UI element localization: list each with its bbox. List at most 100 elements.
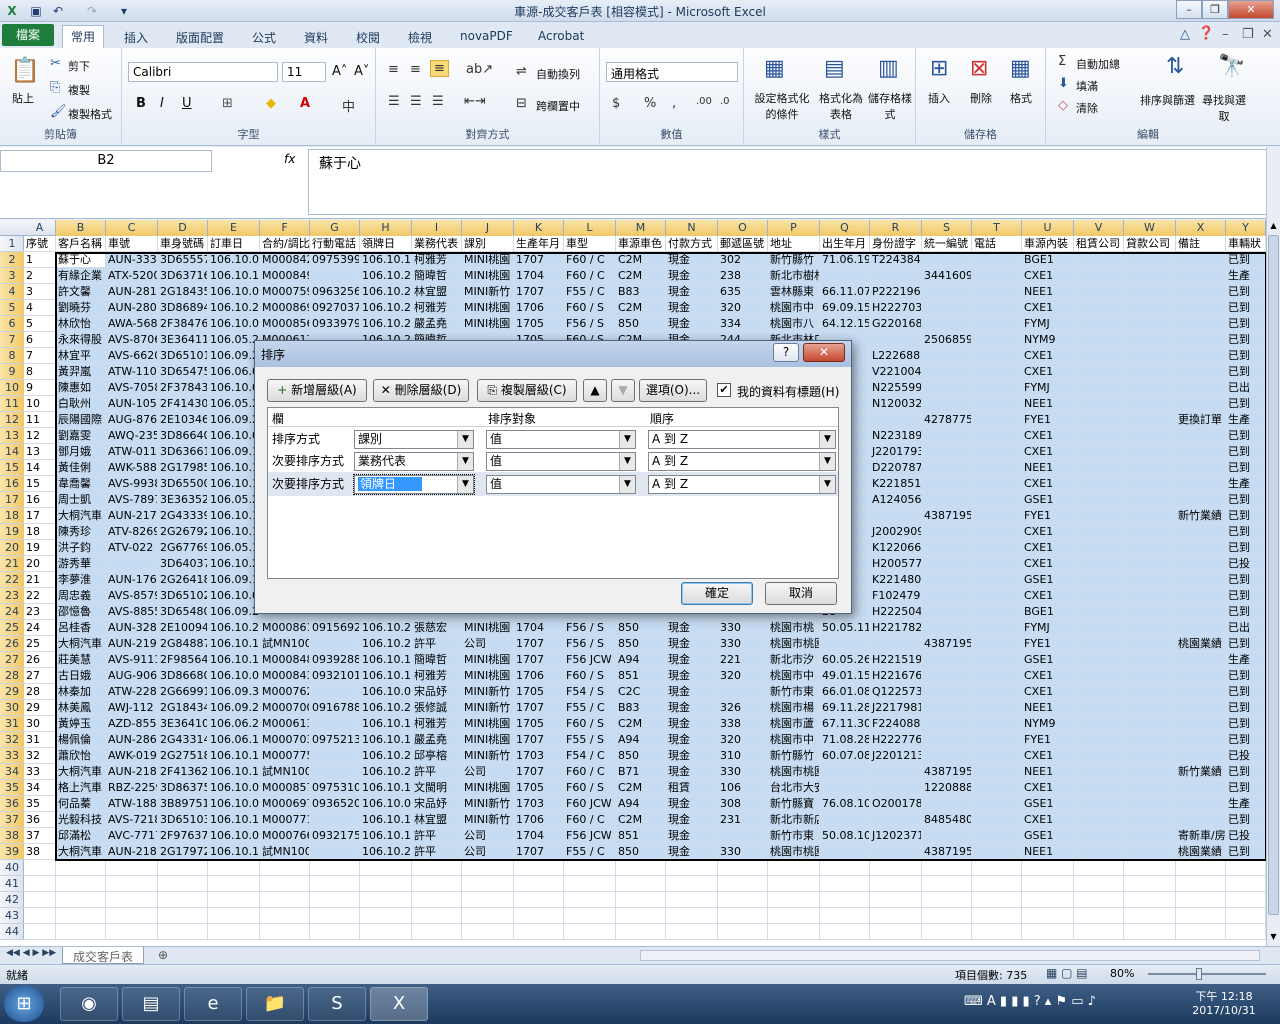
cell[interactable] (1124, 908, 1176, 924)
cell[interactable] (24, 876, 56, 892)
cell[interactable]: 林宜盟 (412, 284, 462, 300)
cell[interactable]: 林欣怡 (56, 316, 106, 332)
cell[interactable] (106, 908, 158, 924)
cell[interactable]: 238 (718, 268, 768, 284)
row-header[interactable]: 40 (0, 860, 24, 876)
insert-function-icon[interactable]: fx (284, 152, 295, 166)
cell[interactable]: M000613 (260, 716, 310, 732)
row-header[interactable]: 34 (0, 764, 24, 780)
cell[interactable]: 2F97637 (158, 828, 208, 844)
cell[interactable] (564, 892, 616, 908)
cell[interactable]: 已到 (1226, 540, 1266, 556)
cell[interactable] (972, 412, 1022, 428)
cell[interactable]: FYE1 (1022, 412, 1074, 428)
cell[interactable]: 106.09.30 (208, 684, 260, 700)
cell[interactable] (922, 348, 972, 364)
sort-order-select[interactable]: A 到 Z ▼ (648, 475, 836, 494)
workbook-minimize-icon[interactable]: – (1222, 27, 1229, 42)
cell[interactable] (922, 252, 972, 268)
row-header[interactable]: 1 (0, 236, 24, 252)
cell[interactable] (1124, 476, 1176, 492)
cell[interactable] (1226, 876, 1266, 892)
cell[interactable]: 76.08.10 (820, 796, 870, 812)
cell[interactable]: 現金 (666, 620, 718, 636)
cell[interactable]: 簡暐哲 (412, 652, 462, 668)
cell[interactable] (1022, 924, 1074, 940)
cell[interactable]: 邱亭榕 (412, 748, 462, 764)
cell[interactable]: 851 (616, 668, 666, 684)
cell[interactable]: 已到 (1226, 732, 1266, 748)
row-header[interactable]: 32 (0, 732, 24, 748)
cell[interactable]: 2 (24, 268, 56, 284)
cell[interactable] (1176, 796, 1226, 812)
cell[interactable]: 已出 (1226, 380, 1266, 396)
cell[interactable] (1074, 300, 1124, 316)
cell[interactable] (462, 860, 514, 876)
cell[interactable]: 試MN1004 (260, 636, 310, 652)
cell[interactable]: 已到 (1226, 636, 1266, 652)
cell[interactable] (718, 684, 768, 700)
cell[interactable] (972, 764, 1022, 780)
cell[interactable] (922, 924, 972, 940)
cell[interactable]: M000697 (260, 796, 310, 812)
column-header[interactable]: X (1176, 220, 1226, 236)
cell[interactable]: 36 (24, 812, 56, 828)
cell[interactable]: 09321756 (310, 828, 360, 844)
sheet-nav-icons[interactable]: ◀◀ ◀ ▶ ▶▶ (6, 948, 56, 958)
cell[interactable] (1176, 588, 1226, 604)
cell[interactable]: 現金 (666, 732, 718, 748)
cell[interactable] (972, 268, 1022, 284)
row-header[interactable]: 18 (0, 508, 24, 524)
cell[interactable] (1124, 732, 1176, 748)
cell[interactable]: 現金 (666, 716, 718, 732)
cell[interactable]: 已投 (1226, 748, 1266, 764)
cell[interactable] (1074, 492, 1124, 508)
cell[interactable]: 現金 (666, 812, 718, 828)
cell[interactable]: D220787219 (870, 460, 922, 476)
cell[interactable] (972, 396, 1022, 412)
cell[interactable]: MINI新竹 (462, 684, 514, 700)
cell[interactable]: CXE1 (1022, 668, 1074, 684)
cell[interactable]: RBZ-2259 (106, 780, 158, 796)
cell[interactable]: AVS-8579 (106, 588, 158, 604)
cell[interactable] (768, 924, 820, 940)
cell[interactable]: BGE1 (1022, 604, 1074, 620)
cell[interactable]: V221004929 (870, 364, 922, 380)
cell[interactable]: 106.10.26 (360, 636, 412, 652)
cell[interactable]: F55 / C (564, 844, 616, 860)
cell[interactable]: 60.07.08 (820, 748, 870, 764)
cell[interactable] (1124, 284, 1176, 300)
cell[interactable]: 28 (24, 684, 56, 700)
cell[interactable] (718, 876, 768, 892)
cell-styles-button[interactable]: 儲存格樣式 (868, 90, 912, 122)
cell[interactable] (1176, 668, 1226, 684)
cell[interactable]: 8 (24, 364, 56, 380)
sort-level-row[interactable]: 排序方式 課別 ▼ 值 ▼ A 到 Z ▼ (268, 428, 838, 450)
cell[interactable]: 106.10.02 (208, 796, 260, 812)
conditional-format-button[interactable]: 設定格式化的條件 (752, 90, 812, 122)
cell[interactable] (1074, 364, 1124, 380)
cell[interactable]: 生產年月 (514, 236, 564, 252)
cell[interactable]: 850 (616, 316, 666, 332)
row-header[interactable]: 33 (0, 748, 24, 764)
cell[interactable] (1176, 556, 1226, 572)
sort-column-select[interactable]: 業務代表 ▼ (354, 452, 474, 471)
cell[interactable]: NEE1 (1022, 844, 1074, 860)
cell[interactable] (514, 908, 564, 924)
cell[interactable]: ATV-8269 (106, 524, 158, 540)
cell[interactable]: 850 (616, 636, 666, 652)
cell[interactable] (972, 428, 1022, 444)
cell[interactable]: CXE1 (1022, 588, 1074, 604)
cell[interactable]: 3D65480 (158, 604, 208, 620)
cell[interactable]: 37 (24, 828, 56, 844)
cell[interactable]: C2C (616, 684, 666, 700)
cell[interactable] (1124, 748, 1176, 764)
cell[interactable]: 車號 (106, 236, 158, 252)
cell[interactable]: 106.10.26 (360, 844, 412, 860)
cell[interactable] (1124, 364, 1176, 380)
cell[interactable] (870, 812, 922, 828)
cell[interactable]: 09270376 (310, 300, 360, 316)
cell[interactable]: 3D63661 (158, 444, 208, 460)
cell[interactable]: ATX-5200 (106, 268, 158, 284)
cell[interactable]: 43871955 (922, 508, 972, 524)
